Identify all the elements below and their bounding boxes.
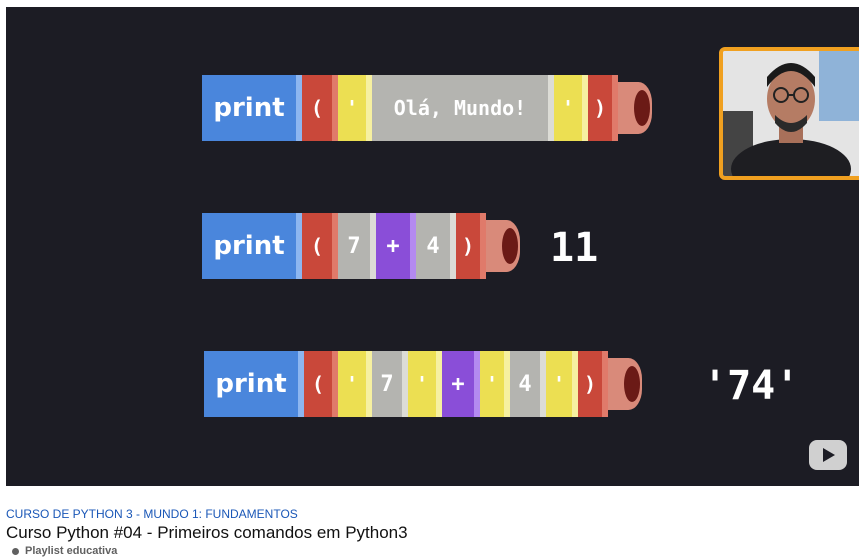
play-logo-icon[interactable] <box>809 440 847 470</box>
number-block: 4 <box>510 351 546 417</box>
block-tip <box>486 220 520 272</box>
operator-block: + <box>376 213 416 279</box>
quote-block: ' <box>338 75 372 141</box>
print-block: print <box>202 213 302 279</box>
quote-block: ' <box>408 351 442 417</box>
result-text: 11 <box>550 225 599 271</box>
quote-block: ' <box>480 351 510 417</box>
playlist-text: Playlist educativa <box>25 545 118 557</box>
print-block: print <box>202 75 302 141</box>
number-block: 4 <box>416 213 456 279</box>
close-paren-block: ) <box>456 213 486 279</box>
dot-icon <box>12 547 19 555</box>
quote-block: ' <box>546 351 578 417</box>
code-row-3: print ( ' 7 ' + ' 4 ' ) <box>204 351 642 417</box>
code-row-2: print ( 7 + 4 ) <box>202 213 520 279</box>
quote-block: ' <box>554 75 588 141</box>
string-block: Olá, Mundo! <box>372 75 554 141</box>
video-title[interactable]: Curso Python #04 - Primeiros comandos em… <box>6 523 408 543</box>
open-paren-block: ( <box>304 351 338 417</box>
quote-block: ' <box>338 351 372 417</box>
print-block: print <box>204 351 304 417</box>
result-text: '74' <box>703 363 800 409</box>
code-row-1: print ( ' Olá, Mundo! ' ) <box>202 75 652 141</box>
presenter-image <box>723 51 859 176</box>
open-paren-block: ( <box>302 213 338 279</box>
close-paren-block: ) <box>578 351 608 417</box>
block-tip <box>608 358 642 410</box>
presenter-webcam <box>719 47 859 180</box>
number-block: 7 <box>338 213 376 279</box>
playlist-label: Playlist educativa <box>12 545 117 557</box>
number-block: 7 <box>372 351 408 417</box>
video-category-link[interactable]: CURSO DE PYTHON 3 - MUNDO 1: FUNDAMENTOS <box>6 507 298 521</box>
close-paren-block: ) <box>588 75 618 141</box>
video-player[interactable]: print ( ' Olá, Mundo! ' ) print ( 7 + 4 … <box>6 7 859 486</box>
operator-block: + <box>442 351 480 417</box>
block-tip <box>618 82 652 134</box>
open-paren-block: ( <box>302 75 338 141</box>
